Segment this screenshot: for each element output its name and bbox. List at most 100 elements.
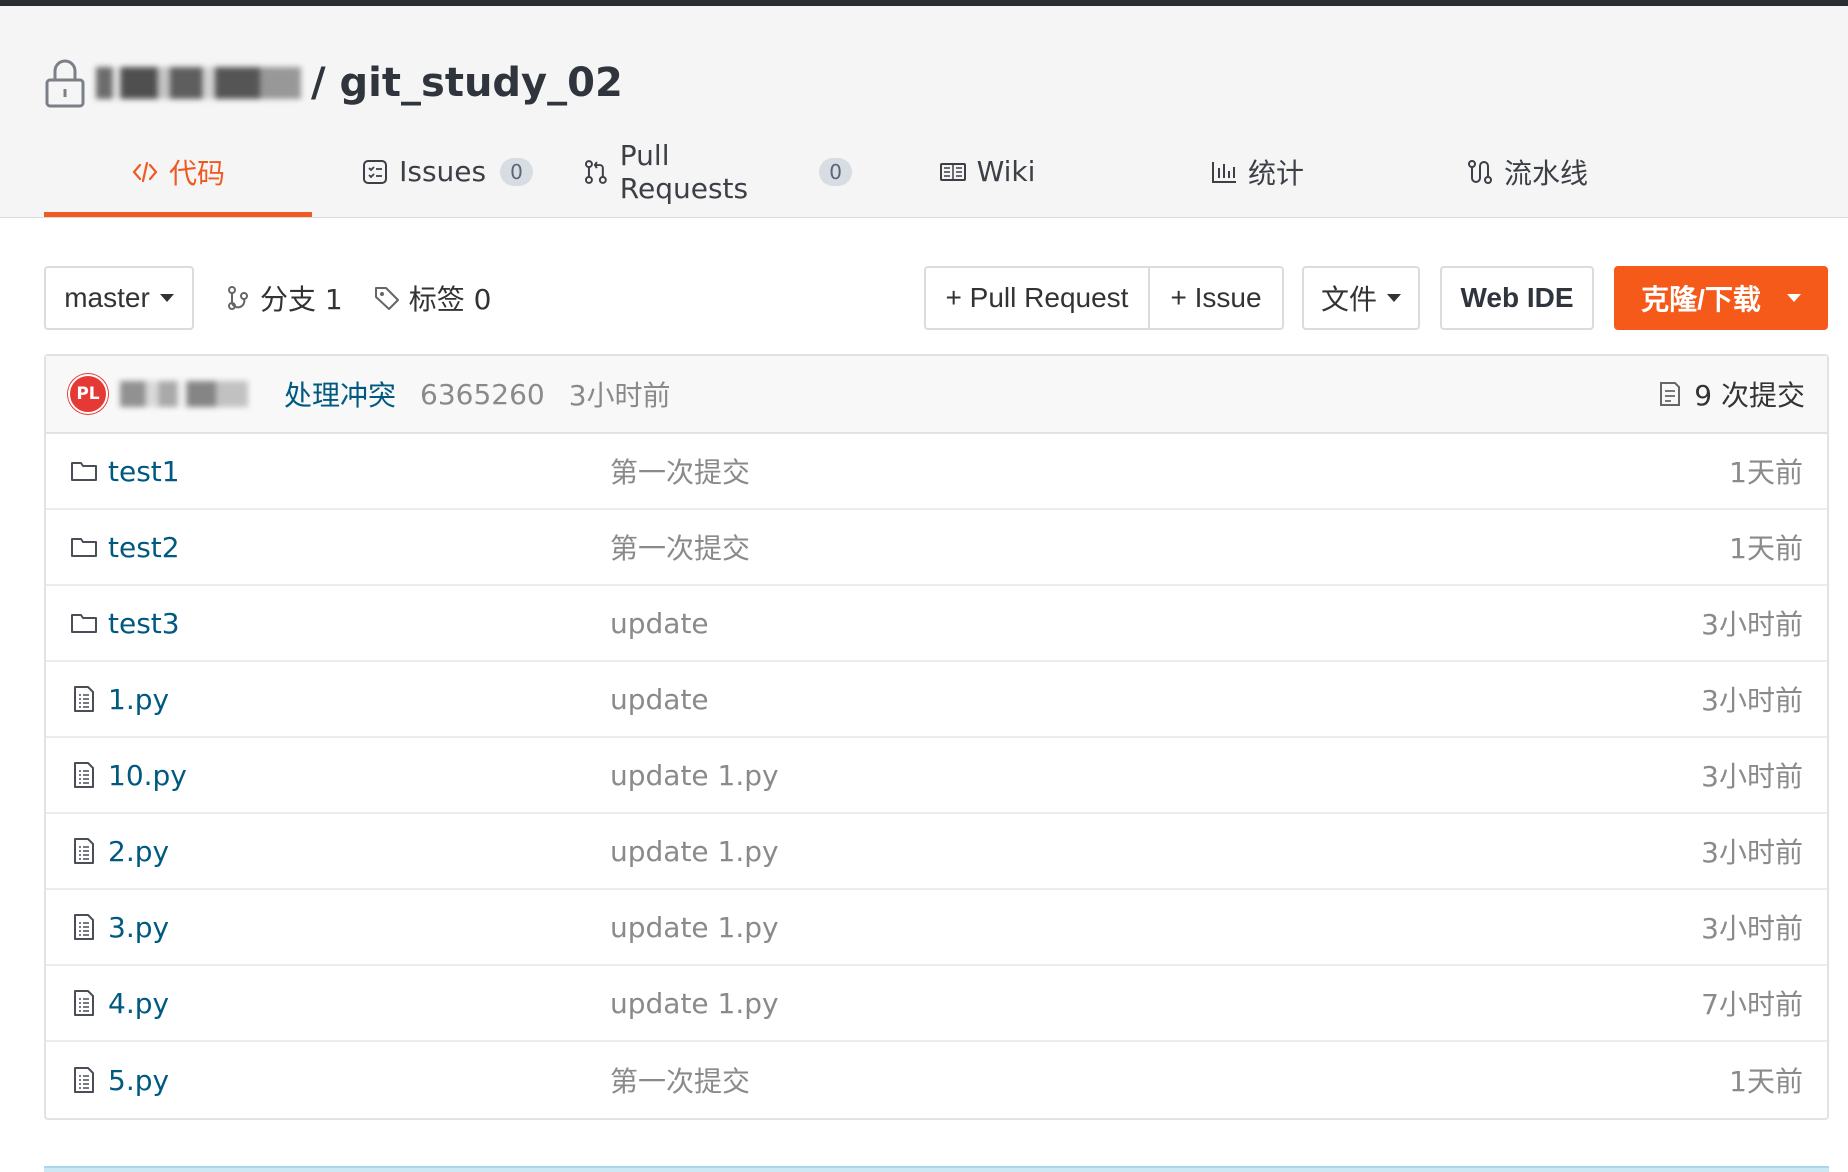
tab-label: Pull Requests: [619, 138, 749, 205]
stats-icon: [1211, 161, 1236, 183]
tab-stats[interactable]: 统计: [1122, 131, 1392, 217]
tags-label: 标签 0: [408, 283, 492, 316]
bottom-info-strip: [44, 1166, 1829, 1172]
file-row[interactable]: test1 第一次提交 1天前: [46, 434, 1827, 510]
chevron-down-icon: [159, 294, 174, 302]
issues-count-badge: 0: [500, 157, 533, 186]
file-commit-message[interactable]: update 1.py: [610, 987, 1701, 1020]
tab-pull-requests[interactable]: Pull Requests 0: [582, 131, 852, 217]
file-icon: [74, 990, 94, 1016]
commit-message-link[interactable]: 处理冲突: [284, 374, 396, 414]
commit-author-redacted[interactable]: [120, 381, 248, 407]
tab-label: Issues: [399, 155, 487, 188]
repo-toolbar: master 分支 1 标签 0 + Pull Request + Issue …: [44, 266, 1828, 330]
file-commit-message[interactable]: update: [610, 683, 1701, 716]
chevron-down-icon: [1387, 294, 1401, 302]
web-ide-button[interactable]: Web IDE: [1440, 266, 1594, 330]
wiki-icon: [939, 162, 966, 181]
repo-title: / git_study_02: [44, 58, 623, 108]
file-icon: [74, 1067, 94, 1093]
issues-icon: [363, 159, 388, 184]
commit-hash[interactable]: 6365260: [420, 378, 545, 411]
commit-count-link[interactable]: 9 次提交: [1656, 374, 1805, 414]
file-name-link[interactable]: test3: [108, 607, 610, 640]
branch-select-label: master: [64, 282, 150, 313]
file-commit-message[interactable]: 第一次提交: [610, 1060, 1729, 1100]
file-icon: [74, 762, 94, 788]
tab-label: 流水线: [1503, 156, 1588, 190]
file-commit-time: 3小时前: [1701, 608, 1803, 641]
file-row[interactable]: 10.py update 1.py 3小时前: [46, 738, 1827, 814]
repo-separator: /: [311, 60, 326, 106]
file-commit-message[interactable]: update: [610, 607, 1701, 640]
file-icon: [74, 686, 94, 712]
avatar[interactable]: PL: [68, 374, 108, 414]
tag-icon: [374, 287, 399, 310]
tab-issues[interactable]: Issues 0: [312, 131, 582, 217]
file-row[interactable]: 4.py update 1.py 7小时前: [46, 966, 1827, 1042]
create-button-group: + Pull Request + Issue: [924, 266, 1284, 330]
file-commit-time: 3小时前: [1701, 912, 1803, 945]
repo-header: / git_study_02 代码 Issues 0 Pull Requests…: [0, 6, 1848, 218]
pull-request-icon: [584, 159, 607, 184]
file-row[interactable]: test2 第一次提交 1天前: [46, 510, 1827, 586]
file-row[interactable]: test3 update 3小时前: [46, 586, 1827, 662]
file-name-link[interactable]: 2.py: [108, 835, 610, 868]
tab-pipeline[interactable]: 流水线: [1392, 131, 1662, 217]
branch-icon: [228, 286, 248, 310]
file-name-link[interactable]: test2: [108, 531, 610, 564]
file-commit-time: 1天前: [1729, 456, 1803, 489]
file-commit-time: 1天前: [1729, 1065, 1803, 1098]
file-name-link[interactable]: 5.py: [108, 1064, 610, 1097]
pull-requests-count-badge: 0: [819, 157, 852, 186]
tags-link[interactable]: 标签 0: [373, 278, 492, 318]
new-issue-button[interactable]: + Issue: [1150, 266, 1284, 330]
file-name-link[interactable]: test1: [108, 455, 610, 488]
lock-icon: [45, 59, 85, 108]
file-row[interactable]: 3.py update 1.py 3小时前: [46, 890, 1827, 966]
file-commit-time: 1天前: [1729, 532, 1803, 565]
file-commit-message[interactable]: 第一次提交: [610, 527, 1729, 567]
commit-time: 3小时前: [568, 379, 671, 412]
new-pull-request-button[interactable]: + Pull Request: [924, 266, 1150, 330]
clone-download-button[interactable]: 克隆/下载: [1614, 266, 1828, 330]
repo-owner-redacted[interactable]: [96, 67, 301, 99]
file-row[interactable]: 1.py update 3小时前: [46, 662, 1827, 738]
file-commit-message[interactable]: update 1.py: [610, 835, 1701, 868]
tab-label: 统计: [1247, 156, 1304, 190]
branches-label: 分支 1: [260, 283, 343, 316]
files-button-label: 文件: [1320, 284, 1377, 315]
folder-icon: [71, 614, 97, 633]
clone-button-label: 克隆/下载: [1641, 284, 1761, 315]
file-commit-message[interactable]: update 1.py: [610, 911, 1701, 944]
file-commit-time: 3小时前: [1701, 760, 1803, 793]
chevron-down-icon: [1786, 294, 1801, 302]
file-name-link[interactable]: 4.py: [108, 987, 610, 1020]
file-commit-time: 3小时前: [1701, 836, 1803, 869]
files-dropdown-button[interactable]: 文件: [1302, 266, 1420, 330]
tab-wiki[interactable]: Wiki: [852, 131, 1122, 217]
file-icon: [74, 914, 94, 940]
file-commit-message[interactable]: 第一次提交: [610, 451, 1729, 491]
commits-icon: [1660, 382, 1681, 406]
repo-name[interactable]: git_study_02: [340, 60, 623, 106]
file-row[interactable]: 5.py 第一次提交 1天前: [46, 1042, 1827, 1118]
file-commit-time: 3小时前: [1701, 684, 1803, 717]
repo-tabs: 代码 Issues 0 Pull Requests 0 Wiki 统计 流水线: [44, 131, 1848, 217]
file-icon: [74, 838, 94, 864]
file-name-link[interactable]: 3.py: [108, 911, 610, 944]
file-name-link[interactable]: 10.py: [108, 759, 610, 792]
branches-link[interactable]: 分支 1: [224, 278, 343, 318]
file-rows: test1 第一次提交 1天前 test2 第一次提交 1天前 test3 update 3小时…: [46, 434, 1827, 1118]
folder-icon: [71, 462, 97, 481]
tab-code[interactable]: 代码: [44, 131, 312, 217]
file-list: PL 处理冲突 6365260 3小时前 9 次提交 test1 第一次提交 1天前…: [44, 354, 1829, 1120]
file-commit-message[interactable]: update 1.py: [610, 759, 1701, 792]
tab-label: Wiki: [976, 155, 1036, 188]
tab-label: 代码: [168, 156, 225, 190]
file-name-link[interactable]: 1.py: [108, 683, 610, 716]
file-row[interactable]: 2.py update 1.py 3小时前: [46, 814, 1827, 890]
branch-select[interactable]: master: [44, 266, 194, 330]
file-commit-time: 7小时前: [1701, 988, 1803, 1021]
commit-count-label: 9 次提交: [1694, 379, 1805, 412]
